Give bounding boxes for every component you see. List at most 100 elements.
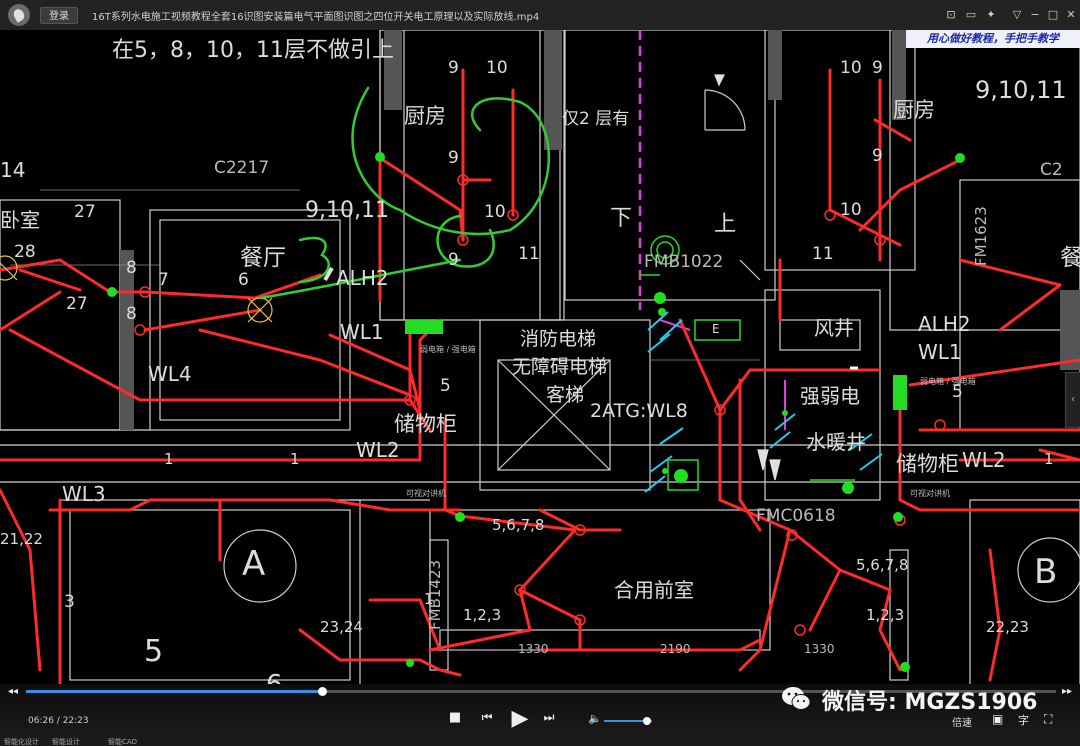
label-weak-strong-elec: 强弱电 [800,384,860,408]
previous-icon[interactable]: ⏮ [480,710,494,724]
play-icon[interactable]: ▶ [508,706,532,731]
label-stair-down: 下 [610,206,633,231]
close-icon[interactable]: ✕ [1062,6,1080,24]
taskbar-tab-1[interactable]: 智能化设计 [4,738,39,746]
num-1d: 1 [1044,450,1054,468]
volume-icon[interactable]: 🔈 [588,712,602,725]
mini-window-icon[interactable]: ▣ [992,712,1003,726]
stop-icon[interactable]: ■ [448,710,462,725]
label-fire-elevator: 消防电梯 [520,328,597,350]
label-air-shaft: 风井 [814,316,854,340]
minimize-icon[interactable]: − [1026,6,1044,24]
num-28: 28 [14,242,36,262]
label-c2217: C2217 [214,158,270,178]
label-2223: 22,23 [986,618,1029,636]
label-kitchen-right: 厨房 [893,98,935,122]
num-10c: 10 [840,58,862,78]
num-5c: 5 [144,634,164,669]
wechat-icon [782,687,811,710]
label-wl1-left: WL1 [340,320,384,344]
side-panel-toggle[interactable]: ‹ [1065,372,1080,428]
num-1c: 1 [424,590,434,608]
label-elevator-code: 2ATG:WL8 [590,400,688,422]
num-27b: 27 [66,294,88,314]
num-9d: 9 [872,58,883,78]
label-floors-left: 9,10,11 [305,198,389,223]
maximize-icon[interactable]: □ [1044,6,1062,24]
num-9a: 9 [448,58,459,78]
wechat-watermark: 微信号: MGZS1906 [822,690,1038,715]
label-wl4: WL4 [148,362,192,386]
num-3: 3 [64,592,75,612]
label-wl2-left: WL2 [356,438,400,462]
num-5a: 5 [440,376,451,396]
label-storage-right: 储物柜 [896,452,959,476]
num-6: 6 [238,270,249,290]
time-display: 06:26 / 22:23 [28,716,89,726]
label-2324: 23,24 [320,618,363,636]
label-storage-left: 储物柜 [394,412,457,436]
label-only-floor2: 仅2 层有 [562,109,630,129]
num-9c: 9 [448,250,459,270]
num-7: 7 [158,270,169,290]
label-dim-2190: 2190 [660,642,691,656]
tutorial-banner: 用心做好教程，手把手教学 [906,30,1080,48]
label-stair-up: 上 [714,212,737,237]
num-10b: 10 [484,202,506,222]
speed-button[interactable]: 倍速 [952,714,972,729]
num-27a: 27 [74,202,96,222]
window-title: 16T系列水电施工视频教程全套16识图安装篇电气平面图识图之四位开关电工原理以及… [92,12,540,23]
label-room-left: 卧室 [0,208,40,232]
video-frame-cad-drawing[interactable]: 用心做好教程，手把手教学 在5，8，10，11层不做引上 厨房 厨房 仅2 层有… [0,30,1080,684]
volume-handle[interactable] [643,717,652,725]
next-icon[interactable]: ⏭ [542,710,556,724]
num-9e: 9 [872,146,883,166]
num-10d: 10 [840,200,862,220]
label-alh2-right: ALH2 [918,312,971,336]
label-dining-right: 餐 [1060,245,1080,271]
num-11a: 11 [518,244,540,264]
taskbar-tab-3[interactable]: 智能CAD [108,738,137,746]
label-dim-1330-left: 1330 [518,642,549,656]
label-door-fmb: FMB1022 [644,252,724,272]
label-intercom-left: 可视对讲机 [406,489,446,498]
label-plumbing-shaft: 水暖井 [806,430,866,454]
label-door-fmc: FMC0618 [756,506,836,526]
subtitle-button[interactable]: 字 [1018,712,1029,728]
num-8a: 8 [126,258,137,278]
login-button[interactable]: 登录 [40,7,78,24]
fullscreen-icon[interactable]: ⛶ [1044,712,1052,727]
label-wl3: WL3 [62,482,106,506]
volume-fill [604,720,648,722]
label-shared-lobby: 合用前室 [614,578,694,602]
label-wl2-right: WL2 [962,448,1006,472]
rewind-icon[interactable]: ◂◂ [8,686,18,697]
num-11b: 11 [812,244,834,264]
label-kitchen-left: 厨房 [404,104,446,128]
label-floors-right: 9,10,11 [975,76,1067,104]
label-dining-left: 餐厅 [240,245,286,271]
taskbar-tab-2[interactable]: 智能设计 [52,738,80,746]
label-barrier-free-elevator: 无障碍电梯 [512,356,608,378]
pin-icon[interactable]: ✦ [982,6,1000,24]
label-door-right: FM1623 [972,206,990,266]
label-panel-right: 弱电箱 / 强电箱 [920,377,976,386]
label-567-right: 5,6,7,8 [856,556,909,574]
label-alh2-left: ALH2 [336,266,389,290]
num-6b: 6 [266,670,283,684]
screenshot-icon[interactable]: ⊡ [942,6,960,24]
progress-handle[interactable] [317,687,327,696]
menu-dropdown-icon[interactable]: ▽ [1008,6,1026,24]
num-14: 14 [0,158,26,182]
folder-icon[interactable]: ▭ [962,6,980,24]
label-2122: 21,22 [0,530,43,548]
player-controls: ◂◂ ▸▸ 06:26 / 22:23 ■ ⏮ ▶ ⏭ 🔈 微信号: MGZS1… [0,684,1080,746]
num-1b: 1 [290,450,300,468]
title-bar: 登录 16T系列水电施工视频教程全套16识图安装篇电气平面图识图之四位开关电工原… [0,0,1080,31]
label-intercom-right: 可视对讲机 [910,489,950,498]
volume-slider[interactable] [604,717,652,725]
num-8b: 8 [126,304,137,324]
note-top: 在5，8，10，11层不做引上 [112,38,394,63]
forward-icon[interactable]: ▸▸ [1062,686,1072,697]
label-567-left: 5,6,7,8 [492,516,545,534]
